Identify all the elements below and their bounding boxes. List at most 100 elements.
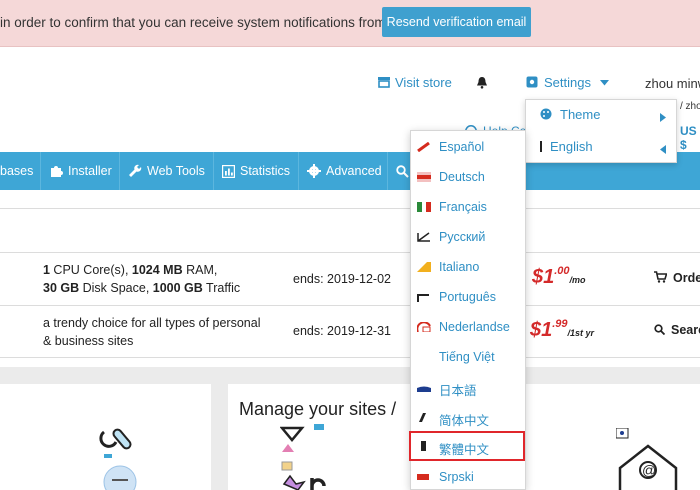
china-flag-icon: [419, 413, 426, 422]
nav-statistics-label: Statistics: [240, 164, 291, 178]
settings-dropdown: Theme English: [525, 99, 677, 163]
nav-installer-label: Installer: [68, 164, 112, 178]
settings-menu-toggle[interactable]: Settings: [526, 75, 609, 90]
nav-web-tools-label: Web Tools: [147, 164, 205, 178]
italy-flag-icon: [417, 262, 431, 272]
store-icon: [378, 77, 390, 88]
nav-databases[interactable]: bases: [0, 152, 41, 190]
plan-specs: 1 CPU Core(s), 1024 MB RAM, 30 GB Disk S…: [43, 261, 240, 297]
notification-text: in order to confirm that you can receive…: [0, 15, 408, 30]
chevron-left-icon: [660, 145, 666, 154]
nav-databases-label: bases: [0, 164, 34, 178]
language-bar-icon: [540, 141, 542, 152]
wrench-icon: [129, 164, 142, 177]
language-label: Srpski: [439, 470, 474, 484]
language-label: Русский: [439, 230, 486, 244]
search-icon: [396, 165, 409, 178]
nav-statistics[interactable]: Statistics: [214, 152, 299, 190]
divider: [0, 252, 700, 253]
price-cents: .00: [554, 265, 570, 277]
notification-banner: in order to confirm that you can receive…: [0, 0, 700, 47]
language-option-vi[interactable]: Tiếng Việt: [411, 342, 525, 372]
visit-store-link[interactable]: Visit store: [378, 75, 452, 90]
resend-verification-button[interactable]: Resend verification email: [382, 7, 531, 37]
language-option-de[interactable]: Deutsch: [411, 162, 525, 192]
theme-menu-item[interactable]: Theme: [540, 107, 600, 122]
japan-flag-icon: [417, 386, 431, 392]
nav-web-tools[interactable]: Web Tools: [120, 152, 214, 190]
currency-selector[interactable]: US $: [680, 124, 700, 152]
user-name[interactable]: zhou minw: [645, 76, 700, 91]
offer-end-date: ends: 2019-12-02: [293, 272, 391, 286]
netherlands-flag-icon: [417, 322, 431, 332]
price-period: /mo: [569, 275, 586, 285]
nav-installer[interactable]: Installer: [41, 152, 120, 190]
disk-value: 30 GB: [43, 281, 80, 295]
description-line: & business sites: [43, 334, 134, 348]
price-cents: .99: [552, 318, 568, 330]
language-label: 日本語: [439, 384, 477, 398]
language-label: 简体中文: [439, 414, 490, 428]
language-option-fr[interactable]: Français: [411, 192, 525, 222]
language-label: Tiếng Việt: [439, 350, 495, 364]
search-icon: [654, 324, 666, 336]
language-option-zh-tw[interactable]: 繁體中文: [409, 431, 525, 461]
chevron-right-icon: [660, 113, 666, 122]
caret-down-icon: [599, 80, 609, 86]
language-option-zh-cn[interactable]: 简体中文: [411, 402, 525, 432]
search-label: Searc: [671, 323, 700, 337]
offer-price: $1.99/1st yr: [530, 318, 594, 342]
language-option-es[interactable]: Español: [411, 132, 525, 162]
order-label: Orde: [673, 271, 700, 285]
puzzle-icon: [51, 166, 63, 177]
visit-store-label: Visit store: [395, 75, 452, 90]
language-option-pt[interactable]: Português: [411, 282, 525, 312]
divider: [0, 208, 700, 209]
price-main: $1: [530, 319, 553, 341]
taiwan-flag-icon: [421, 441, 426, 451]
plan-description: a trendy choice for all types of persona…: [43, 314, 260, 350]
language-label: English: [550, 139, 593, 154]
language-label: 繁體中文: [439, 443, 490, 457]
gear-icon: [526, 76, 538, 88]
order-button[interactable]: Orde: [654, 271, 700, 285]
language-label: Português: [439, 290, 496, 304]
language-option-it[interactable]: Italiano: [411, 252, 525, 282]
language-label: Deutsch: [439, 170, 485, 184]
manage-sites-title: Manage your sites /: [239, 399, 397, 419]
language-option-sr[interactable]: Srpski: [411, 462, 525, 490]
search-domain-button[interactable]: Searc: [654, 323, 700, 337]
spec-text: Traffic: [202, 281, 241, 295]
russia-flag-icon: [417, 232, 430, 242]
spec-text: RAM,: [182, 263, 218, 277]
france-flag-icon: [417, 202, 431, 212]
ram-value: 1024 MB: [131, 263, 183, 277]
germany-flag-icon: [417, 172, 431, 182]
language-menu-item[interactable]: English: [540, 139, 593, 154]
language-label: Italiano: [439, 260, 480, 274]
gear-icon: [307, 164, 321, 178]
theme-label: Theme: [560, 107, 601, 122]
language-dropdown: Español Deutsch Français Русский Italian…: [409, 130, 526, 490]
notifications-bell[interactable]: [476, 76, 488, 92]
settings-label: Settings: [544, 75, 591, 90]
portugal-flag-icon: [417, 294, 429, 302]
nav-advanced-label: Advanced: [326, 164, 382, 178]
language-label: Français: [439, 200, 487, 214]
description-line: a trendy choice for all types of persona…: [43, 316, 261, 330]
tools-icon: [99, 428, 137, 490]
email-icon: @: [616, 428, 678, 490]
svg-text:@: @: [642, 462, 656, 478]
cart-icon: [654, 271, 668, 283]
price-period: /1st yr: [567, 328, 595, 338]
price-main: $1: [532, 266, 555, 288]
user-subtitle: / zhou: [680, 101, 700, 112]
language-label: Español: [439, 140, 485, 154]
offer-end-date: ends: 2019-12-31: [293, 324, 391, 338]
language-option-ru[interactable]: Русский: [411, 222, 525, 252]
divider: [0, 305, 700, 306]
language-option-nl[interactable]: Nederlandse: [411, 312, 525, 342]
language-option-ja[interactable]: 日本語: [411, 372, 525, 402]
nav-advanced[interactable]: Advanced: [299, 152, 388, 190]
spec-text: Disk Space,: [79, 281, 153, 295]
